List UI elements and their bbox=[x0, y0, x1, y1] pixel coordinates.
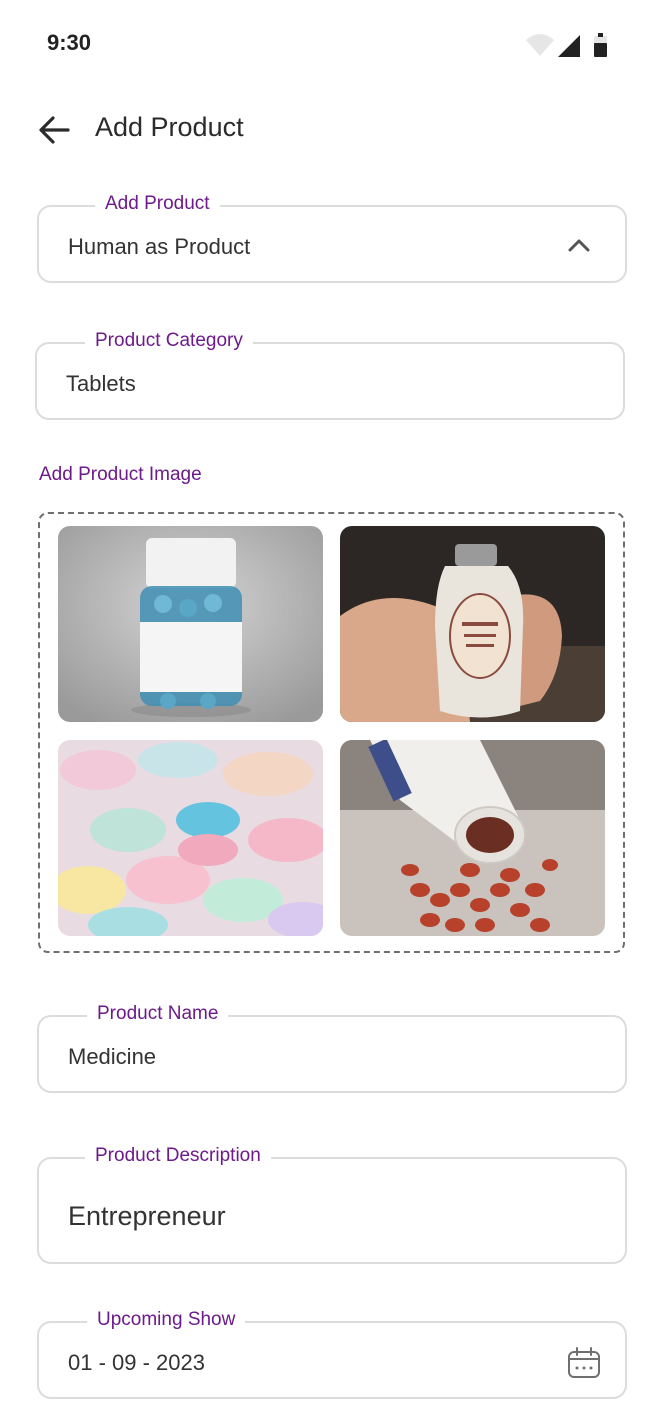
page-title: Add Product bbox=[95, 112, 244, 142]
back-arrow-icon[interactable] bbox=[36, 112, 76, 148]
product-type-value: Human as Product bbox=[68, 234, 251, 259]
product-name-value: Medicine bbox=[68, 1044, 157, 1069]
pill-bottle-image[interactable] bbox=[58, 526, 323, 722]
spilled-pills-image[interactable] bbox=[340, 740, 605, 936]
chevron-up-icon[interactable] bbox=[567, 235, 591, 255]
product-type-select[interactable]: Add Product Human as Product bbox=[37, 193, 627, 283]
add-product-image-label: Add Product Image bbox=[39, 464, 202, 485]
product-description-field[interactable]: Product Description Entrepreneur bbox=[37, 1145, 627, 1264]
product-description-label: Product Description bbox=[85, 1145, 271, 1167]
product-image-dropzone[interactable] bbox=[38, 512, 625, 953]
colorful-tablets-image[interactable] bbox=[58, 740, 323, 936]
product-name-label: Product Name bbox=[87, 1003, 229, 1025]
upcoming-show-field[interactable]: Upcoming Show 01 - 09 - 2023 bbox=[37, 1309, 627, 1399]
upcoming-show-value: 01 - 09 - 2023 bbox=[68, 1350, 205, 1375]
product-name-field[interactable]: Product Name Medicine bbox=[37, 1003, 627, 1093]
status-time: 9:30 bbox=[47, 30, 92, 55]
product-category-field[interactable]: Product Category Tablets bbox=[35, 330, 625, 420]
upcoming-show-label: Upcoming Show bbox=[87, 1309, 246, 1331]
calendar-icon[interactable] bbox=[567, 1347, 601, 1379]
product-description-value: Entrepreneur bbox=[68, 1201, 226, 1231]
product-type-label: Add Product bbox=[95, 193, 220, 215]
wifi-icon bbox=[526, 33, 607, 57]
status-icons bbox=[524, 30, 614, 60]
hand-holding-bottle-image[interactable] bbox=[340, 526, 605, 722]
product-category-label: Product Category bbox=[85, 330, 253, 352]
product-category-value: Tablets bbox=[66, 371, 136, 396]
